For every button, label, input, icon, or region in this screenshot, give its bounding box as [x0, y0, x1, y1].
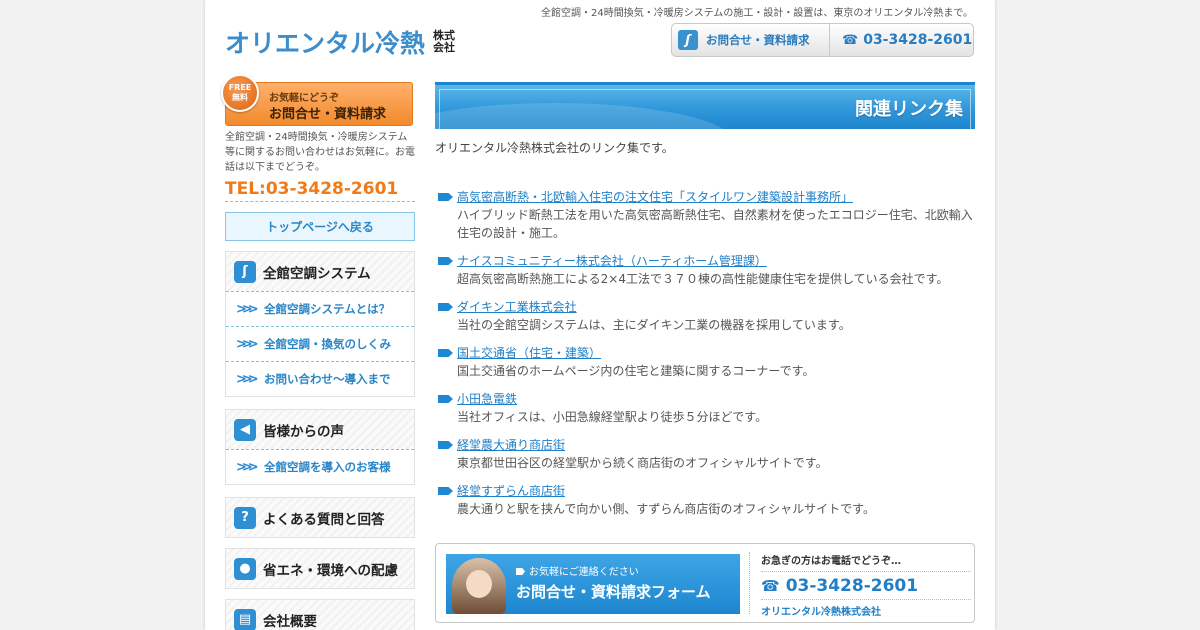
free-contact-title: お問合せ・資料請求 — [269, 107, 387, 122]
free-contact-description: 全館空調・24時間換気・冷暖房システム等に関するお問い合わせはお気軽に。お電話は… — [225, 132, 415, 173]
nav-head-eco[interactable]: ● 省エネ・環境への配慮 — [226, 549, 414, 588]
header-contact-button[interactable]: ʃ お問合せ・資料請求 — [672, 24, 830, 56]
question-icon: ? — [234, 506, 256, 529]
list-item: ダイキン工業株式会社 当社の全館空調システムは、主にダイキン工業の機器を採用して… — [435, 299, 975, 334]
page-container: 全館空調・24時間換気・冷暖房システムの施工・設計・設置は、東京のオリエンタル冷… — [205, 0, 995, 630]
header-tagline: 全館空調・24時間換気・冷暖房システムの施工・設計・設置は、東京のオリエンタル冷… — [540, 8, 973, 19]
main-content: 関連リンク集 オリエンタル冷熱株式会社のリンク集です。 高気密高断熱・北欧輸入住… — [435, 82, 975, 529]
bullet-arrow-icon — [438, 349, 453, 357]
bullet-arrow-icon — [438, 487, 453, 495]
link-description: 当社オフィスは、小田急線経堂駅より徒歩５分ほどです。 — [457, 410, 768, 424]
logo-s-icon: ʃ — [234, 260, 256, 283]
header-tel[interactable]: ☎ 03-3428-2601 — [830, 24, 972, 56]
nav-group-company: ▤ 会社概要 — [225, 599, 415, 630]
contact-form-title: お問合せ・資料請求フォーム — [516, 583, 711, 601]
free-contact-banner[interactable]: FREE 無料 お気軽にどうぞ お問合せ・資料請求 — [221, 72, 415, 128]
link-description: ハイブリッド断熱工法を用いた高気密高断熱住宅、自然素材を使ったエコロジー住宅、北… — [457, 208, 973, 240]
nav-head-label: 全館空調システム — [263, 265, 371, 282]
link-suzuran-street[interactable]: 経堂すずらん商店街 — [457, 484, 565, 498]
link-description: 国土交通省のホームページ内の住宅と建築に関するコーナーです。 — [457, 364, 815, 378]
operator-image — [452, 558, 506, 614]
nav-head-voices[interactable]: ◀ 皆様からの声 — [226, 410, 414, 449]
bullet-arrow-icon — [438, 395, 453, 403]
nav-group-faq: ? よくある質問と回答 — [225, 497, 415, 538]
double-chevron-icon: >>> — [236, 371, 259, 387]
contact-form-small: お気軽にご連絡ください — [516, 563, 639, 578]
bullet-arrow-icon — [438, 303, 453, 311]
link-description: 超高気密高断熱施工による2×4工法で３７０棟の高性能健康住宅を提供している会社で… — [457, 272, 949, 286]
nav-head-faq[interactable]: ? よくある質問と回答 — [226, 498, 414, 537]
site-logo[interactable]: オリエンタル冷熱 株式会社 — [225, 24, 457, 60]
nav-head-label: 会社概要 — [263, 613, 317, 630]
list-item: 経堂農大通り商店街 東京都世田谷区の経堂駅から続く商店街のオフィシャルサイトです… — [435, 437, 975, 472]
free-contact-small: お気軽にどうぞ — [269, 93, 339, 104]
list-item: 国土交通省（住宅・建築） 国土交通省のホームページ内の住宅と建築に関するコーナー… — [435, 345, 975, 380]
title-banner: 関連リンク集 — [435, 82, 975, 129]
sidebar-tel: TEL:03-3428-2601 — [225, 179, 415, 202]
list-item: 経堂すずらん商店街 農大通りと駅を挟んで向かい側、すずらん商店街のオフィシャルサ… — [435, 483, 975, 518]
list-item: 高気密高断熱・北欧輸入住宅の注文住宅「スタイルワン建築設計事務所」 ハイブリッド… — [435, 189, 975, 242]
bullet-arrow-icon — [438, 441, 453, 449]
bullet-arrow-icon — [438, 193, 453, 201]
link-description: 当社の全館空調システムは、主にダイキン工業の機器を採用しています。 — [457, 318, 851, 332]
nav-item-label: お問い合わせ〜導入まで — [264, 372, 391, 386]
header-contact-bar: ʃ お問合せ・資料請求 ☎ 03-3428-2601 — [671, 23, 974, 57]
phone-icon: ☎ — [761, 577, 780, 595]
nav-head-label: 省エネ・環境への配慮 — [263, 562, 398, 579]
nav-item-system-about[interactable]: >>> 全館空調システムとは？ — [226, 291, 414, 326]
bullet-arrow-icon — [438, 257, 453, 265]
nav-item-label: 全館空調・換気のしくみ — [264, 337, 391, 351]
building-icon: ▤ — [234, 608, 256, 630]
double-chevron-icon: >>> — [236, 459, 259, 475]
link-styleone[interactable]: 高気密高断熱・北欧輸入住宅の注文住宅「スタイルワン建築設計事務所」 — [457, 190, 853, 204]
contact-phone-note: お急ぎの方はお電話でどうぞ… — [761, 552, 971, 572]
nav-item-system-mechanism[interactable]: >>> 全館空調・換気のしくみ — [226, 326, 414, 361]
contact-form-banner[interactable]: お気軽にご連絡ください お問合せ・資料請求フォーム — [446, 554, 740, 614]
free-badge: FREE 無料 — [221, 74, 259, 112]
logo-corp-label: 株式会社 — [433, 29, 456, 54]
link-description: 農大通りと駅を挟んで向かい側、すずらん商店街のオフィシャルサイトです。 — [457, 502, 875, 516]
sidebar: FREE 無料 お気軽にどうぞ お問合せ・資料請求 全館空調・24時間換気・冷暖房… — [221, 72, 415, 630]
nav-group-eco: ● 省エネ・環境への配慮 — [225, 548, 415, 589]
contact-phone-block: お急ぎの方はお電話でどうぞ… ☎ 03-3428-2601 オリエンタル冷熱株式会… — [761, 552, 971, 618]
nav-group-system: ʃ 全館空調システム >>> 全館空調システムとは？ >>> 全館空調・換気のし… — [225, 251, 415, 397]
logo-text: オリエンタル冷熱 — [225, 29, 426, 58]
list-item: 小田急電鉄 当社オフィスは、小田急線経堂駅より徒歩５分ほどです。 — [435, 391, 975, 426]
double-chevron-icon: >>> — [236, 336, 259, 352]
nav-head-label: よくある質問と回答 — [263, 511, 385, 528]
nav-head-label: 皆様からの声 — [263, 423, 344, 440]
toppage-button[interactable]: トップページへ戻る — [225, 212, 415, 241]
nav-head-company[interactable]: ▤ 会社概要 — [226, 600, 414, 630]
nav-item-customers[interactable]: >>> 全館空調を導入のお客様 — [226, 449, 414, 484]
nav-group-voices: ◀ 皆様からの声 >>> 全館空調を導入のお客様 — [225, 409, 415, 485]
header-contact-label: お問合せ・資料請求 — [706, 33, 810, 47]
drop-icon: ● — [234, 557, 256, 580]
header-tel-number: 03-3428-2601 — [863, 32, 973, 48]
nav-item-label: 全館空調システムとは？ — [264, 302, 391, 316]
divider — [749, 552, 750, 614]
nav-item-system-inquiry[interactable]: >>> お問い合わせ〜導入まで — [226, 361, 414, 396]
phone-icon: ☎ — [842, 32, 859, 48]
page-title: 関連リンク集 — [855, 99, 963, 120]
intro-text: オリエンタル冷熱株式会社のリンク集です。 — [435, 141, 674, 155]
contact-company-name: オリエンタル冷熱株式会社 — [761, 599, 971, 618]
nav-head-system[interactable]: ʃ 全館空調システム — [226, 252, 414, 291]
contact-phone-number: 03-3428-2601 — [785, 576, 919, 596]
contact-box: お気軽にご連絡ください お問合せ・資料請求フォーム お急ぎの方はお電話でどうぞ…… — [435, 543, 975, 623]
link-odakyu[interactable]: 小田急電鉄 — [457, 392, 517, 406]
contact-phone[interactable]: ☎ 03-3428-2601 — [761, 576, 971, 596]
link-list: 高気密高断熱・北欧輸入住宅の注文住宅「スタイルワン建築設計事務所」 ハイブリッド… — [435, 189, 975, 518]
list-item: ナイスコミュニティー株式会社（ハーティホーム管理課） 超高気密高断熱施工による2… — [435, 253, 975, 288]
link-description: 東京都世田谷区の経堂駅から続く商店街のオフィシャルサイトです。 — [457, 456, 828, 470]
link-nice-community[interactable]: ナイスコミュニティー株式会社（ハーティホーム管理課） — [457, 254, 767, 268]
contact-form-small-text: お気軽にご連絡ください — [529, 567, 639, 578]
link-mlit[interactable]: 国土交通省（住宅・建築） — [457, 346, 601, 360]
bullet-arrow-icon — [516, 568, 525, 575]
logo-s-icon: ʃ — [678, 30, 698, 50]
double-chevron-icon: >>> — [236, 301, 259, 317]
link-daikin[interactable]: ダイキン工業株式会社 — [457, 300, 577, 314]
speaker-icon: ◀ — [234, 418, 256, 441]
link-noudai-street[interactable]: 経堂農大通り商店街 — [457, 438, 565, 452]
nav-item-label: 全館空調を導入のお客様 — [264, 460, 391, 474]
